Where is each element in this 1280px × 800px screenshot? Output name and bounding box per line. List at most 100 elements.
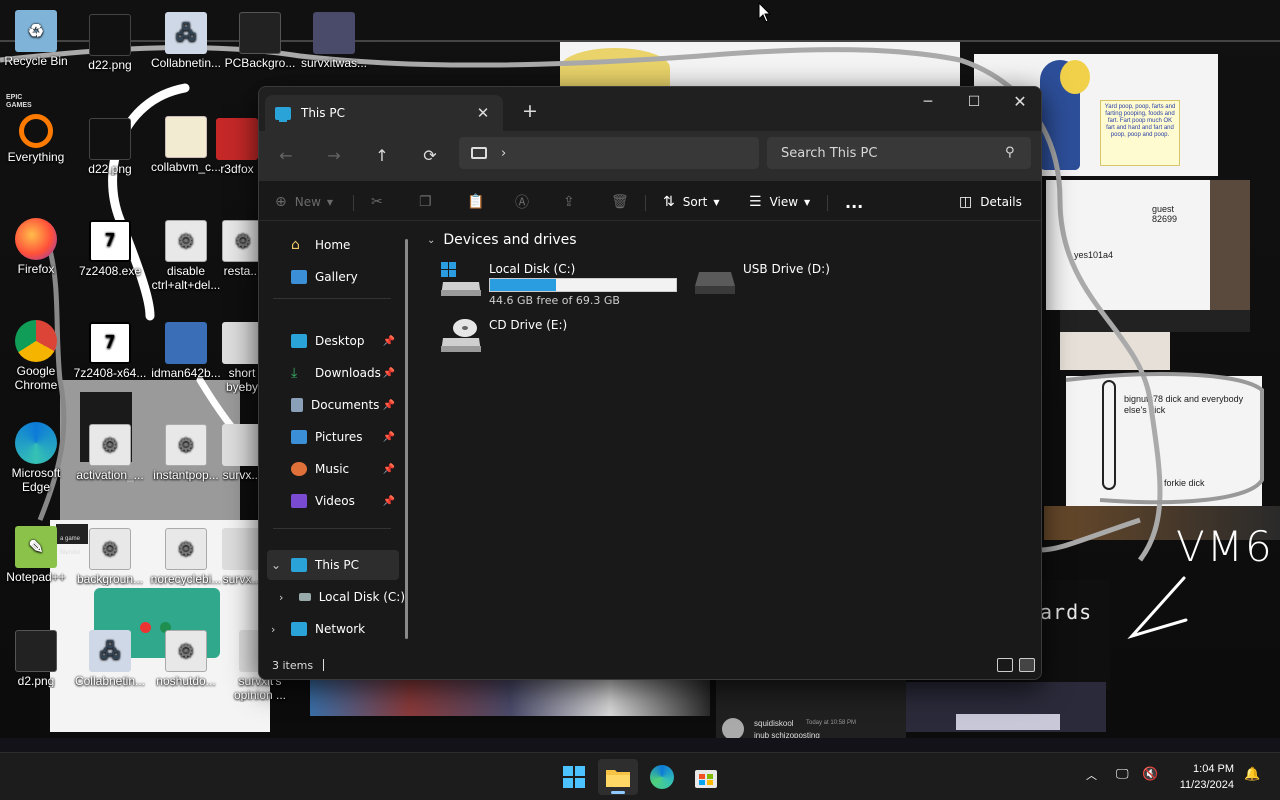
- desktop-icon-notepadpp[interactable]: ✎ Notepad++: [0, 526, 74, 584]
- clock-time: 1:04 PM: [1193, 763, 1234, 775]
- paste-button[interactable]: 📋: [467, 189, 492, 215]
- cut-button[interactable]: ✂: [371, 189, 391, 215]
- status-bar: 3 items: [259, 650, 1041, 679]
- notification-bell-icon[interactable]: 🔔: [1244, 767, 1260, 782]
- pin-icon[interactable]: 📌: [383, 368, 395, 379]
- desktop-icon-firefox[interactable]: Firefox: [0, 218, 74, 276]
- navigation-scrollbar[interactable]: [405, 239, 408, 639]
- volume-muted-icon[interactable]: 🔇: [1142, 767, 1158, 782]
- new-tab-button[interactable]: +: [517, 99, 543, 125]
- desktop-icon-label: survxitwas...: [300, 56, 367, 70]
- sort-button[interactable]: ⇅ Sort ▼: [663, 189, 720, 215]
- copy-button[interactable]: ❐: [419, 189, 440, 215]
- pin-icon[interactable]: 📌: [383, 464, 395, 475]
- forward-button[interactable]: →: [319, 141, 349, 171]
- desktop-icon-7z2408[interactable]: 7 7z2408.exe: [72, 220, 148, 278]
- desktop-icon-everything[interactable]: Everything: [0, 114, 74, 164]
- drive-usb-d[interactable]: USB Drive (D:): [693, 260, 893, 310]
- sidebar-item-videos[interactable]: Videos 📌: [267, 486, 399, 516]
- chevron-right-icon[interactable]: ›: [271, 623, 275, 636]
- share-button[interactable]: ⇪: [563, 189, 583, 215]
- sidebar-item-this-pc[interactable]: ⌄ This PC: [267, 550, 399, 580]
- breadcrumb-chevron-icon[interactable]: ›: [501, 146, 506, 161]
- sidebar-item-gallery[interactable]: Gallery: [267, 262, 399, 292]
- taskbar-file-explorer[interactable]: [598, 759, 638, 795]
- desktop-icon-collabnet[interactable]: 🖧 Collabnetin...: [148, 12, 224, 70]
- sidebar-item-desktop[interactable]: Desktop 📌: [267, 326, 399, 356]
- sidebar-item-network[interactable]: › Network: [267, 614, 399, 644]
- desktop-icon-pcbackground[interactable]: PCBackgro...: [222, 12, 298, 70]
- network-status-icon[interactable]: 🖵: [1116, 767, 1129, 782]
- refresh-button[interactable]: ⟳: [415, 141, 445, 171]
- close-window-button[interactable]: ✕: [997, 87, 1041, 119]
- desktop-icon-activation[interactable]: ⚙ activation_...: [72, 424, 148, 482]
- desktop-icon-label: Recycle Bin: [4, 54, 68, 68]
- desktop-icon-collabnet-2[interactable]: 🖧 Collabnetin...: [72, 630, 148, 688]
- desktop-icon-chrome[interactable]: Google Chrome: [0, 320, 74, 392]
- up-button[interactable]: ↑: [367, 141, 397, 171]
- desktop-icon-recycle-bin[interactable]: ♻ Recycle Bin: [0, 10, 74, 68]
- desktop-icon-restart[interactable]: ⚙ resta...: [222, 220, 264, 278]
- wallpaper-annotation-1: bignuts78 dick and everybody else's dick: [1124, 394, 1244, 415]
- rename-button[interactable]: Ⓐ: [515, 189, 537, 215]
- desktop-icon-noshutdown[interactable]: ⚙ noshutdo...: [148, 630, 224, 688]
- taskbar-edge[interactable]: [642, 759, 682, 795]
- more-options-button[interactable]: ...: [845, 189, 863, 215]
- desktop-icon-survx-2[interactable]: survx...: [222, 528, 264, 586]
- start-button[interactable]: [554, 759, 594, 795]
- desktop-icon-background[interactable]: ⚙ backgroun...: [72, 528, 148, 586]
- sidebar-item-music[interactable]: Music 📌: [267, 454, 399, 484]
- desktop-icon-short-byeby[interactable]: short byeby: [222, 322, 264, 394]
- sidebar-item-pictures[interactable]: Pictures 📌: [267, 422, 399, 452]
- chevron-right-icon[interactable]: ›: [279, 591, 283, 604]
- desktop-icon-r3dfox[interactable]: r3dfox: [212, 118, 262, 176]
- sidebar-item-documents[interactable]: Documents 📌: [267, 390, 399, 420]
- search-input[interactable]: [767, 137, 1031, 169]
- r3dfox-icon: [216, 118, 258, 160]
- minimize-button[interactable]: ─: [905, 87, 951, 119]
- drive-name: Local Disk (C:): [489, 262, 576, 276]
- address-bar[interactable]: ›: [459, 137, 759, 169]
- details-view-icon[interactable]: [997, 658, 1013, 672]
- desktop-icon-instantpop[interactable]: ⚙ instantpop...: [148, 424, 224, 482]
- desktop-icon-survx-1[interactable]: survx...: [222, 424, 264, 482]
- desktop-icon-norecyclebin[interactable]: ⚙ norecyclebi...: [148, 528, 224, 586]
- pin-icon[interactable]: 📌: [383, 496, 395, 507]
- view-button[interactable]: ☰ View ▼: [749, 189, 810, 215]
- group-header-devices[interactable]: ⌄ Devices and drives: [427, 232, 577, 248]
- home-icon: ⌂: [291, 237, 300, 253]
- sidebar-item-local-disk[interactable]: › Local Disk (C:): [275, 582, 405, 612]
- desktop-icon-d2[interactable]: d2.png: [0, 630, 74, 688]
- pin-icon[interactable]: 📌: [383, 336, 395, 347]
- divider: [827, 195, 828, 211]
- tab-close-icon[interactable]: ✕: [473, 103, 493, 123]
- drive-cd-e[interactable]: CD Drive (E:): [439, 316, 639, 366]
- wallpaper-chat-avatar: [722, 718, 744, 740]
- details-button[interactable]: ◫ Details: [959, 189, 1022, 215]
- sidebar-item-downloads[interactable]: ⤓ Downloads 📌: [267, 358, 399, 388]
- taskbar-store[interactable]: [686, 759, 726, 795]
- delete-button[interactable]: 🗑: [611, 189, 637, 215]
- edge-icon: [650, 765, 674, 789]
- pin-icon[interactable]: 📌: [383, 432, 395, 443]
- desktop-icon-7z2408-x64[interactable]: 7 7z2408-x64...: [72, 322, 148, 380]
- desktop-icon-d22-2[interactable]: d22.png: [72, 118, 148, 176]
- chevron-down-icon[interactable]: ⌄: [271, 558, 281, 572]
- system-clock[interactable]: 1:04 PM 11/23/2024: [1180, 761, 1234, 793]
- drive-local-disk-c[interactable]: Local Disk (C:) 44.6 GB free of 69.3 GB: [439, 260, 699, 310]
- tiles-view-icon[interactable]: [1019, 658, 1035, 672]
- tab-this-pc[interactable]: This PC ✕: [265, 95, 503, 131]
- maximize-button[interactable]: ☐: [951, 87, 997, 119]
- desktop-icon-d22[interactable]: d22.png: [72, 14, 148, 72]
- show-hidden-icons-chevron-icon[interactable]: ︿: [1086, 767, 1097, 783]
- new-button[interactable]: ⊕ New ▼: [275, 189, 333, 215]
- search-icon[interactable]: ⚲: [1005, 145, 1015, 160]
- desktop-icon-edge[interactable]: Microsoft Edge: [0, 422, 74, 494]
- desktop-icon-survxitwas[interactable]: survxitwas...: [296, 12, 372, 70]
- desktop-icon-disable-ctrl-alt-del[interactable]: ⚙ disable ctrl+alt+del...: [148, 220, 224, 292]
- desktop-icon-idman[interactable]: idman642b...: [148, 322, 224, 380]
- download-icon: ⤓: [291, 365, 298, 381]
- back-button[interactable]: ←: [271, 141, 301, 171]
- sidebar-item-home[interactable]: ⌂ Home: [267, 230, 399, 260]
- pin-icon[interactable]: 📌: [383, 400, 395, 411]
